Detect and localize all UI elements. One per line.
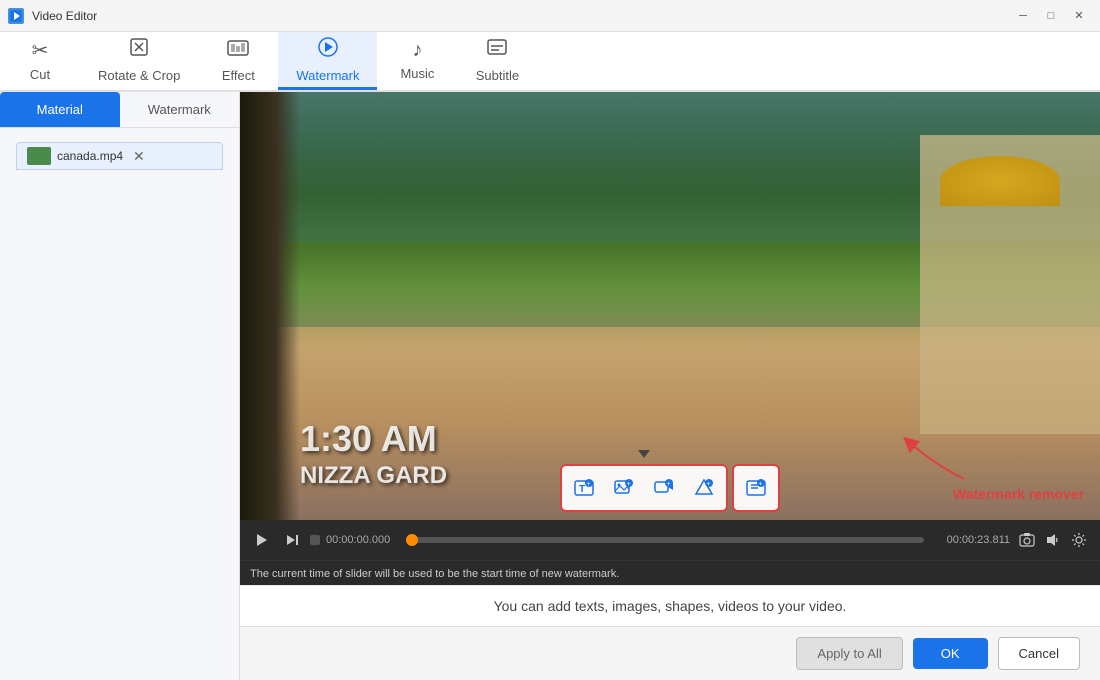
app-title: Video Editor (32, 9, 1002, 23)
tab-rotate-label: Rotate & Crop (98, 68, 180, 83)
ok-button[interactable]: OK (913, 638, 988, 669)
info-text: You can add texts, images, shapes, video… (240, 585, 1100, 626)
tab-rotate[interactable]: Rotate & Crop (80, 32, 198, 90)
watermark-remover-group: + (732, 464, 780, 512)
timeline-icons (1016, 529, 1090, 551)
tab-effect-label: Effect (222, 68, 255, 83)
left-tab-material[interactable]: Material (0, 92, 120, 127)
tab-subtitle-label: Subtitle (476, 68, 519, 83)
watermark-add-group: T+ + + + (560, 464, 728, 512)
watermark-remover-annotation: Watermark remover (953, 486, 1084, 504)
tab-bar: ✂ Cut Rotate & Crop Effect (0, 32, 1100, 92)
info-text-content: You can add texts, images, shapes, video… (494, 598, 847, 614)
bottom-bar: Apply to All OK Cancel (240, 626, 1100, 680)
timeline-bar: 00:00:00.000 00:00:23.811 (240, 520, 1100, 560)
add-image-button[interactable]: + (605, 469, 643, 507)
app-icon (8, 8, 24, 24)
tab-watermark-label: Watermark (296, 68, 359, 83)
time-start: 00:00:00.000 (326, 534, 406, 546)
tooltip-arrow (638, 450, 650, 458)
svg-text:+: + (707, 481, 711, 488)
tab-cut[interactable]: ✂ Cut (0, 32, 80, 90)
play-button[interactable] (250, 528, 274, 552)
left-panel: Material Watermark canada.mp4 ✕ (0, 92, 240, 680)
effect-icon (227, 36, 249, 64)
time-end: 00:00:23.811 (930, 534, 1010, 546)
rotate-icon (128, 36, 150, 64)
main-layout: Material Watermark canada.mp4 ✕ (0, 92, 1100, 680)
watermark-remover-button[interactable]: + (737, 469, 775, 507)
maximize-button[interactable]: □ (1038, 6, 1064, 26)
tab-watermark[interactable]: Watermark (278, 32, 377, 90)
file-thumbnail (27, 147, 51, 165)
tab-subtitle[interactable]: Subtitle (457, 32, 537, 90)
minimize-button[interactable]: ─ (1010, 6, 1036, 26)
add-video-button[interactable]: + (645, 469, 683, 507)
add-text-button[interactable]: T+ (565, 469, 603, 507)
window-controls: ─ □ ✕ (1010, 6, 1092, 26)
left-tab-watermark[interactable]: Watermark (120, 92, 240, 127)
add-shape-button[interactable]: + (685, 469, 723, 507)
file-tab[interactable]: canada.mp4 ✕ (16, 142, 223, 170)
video-preview: 1:30 AM NIZZA GARD T+ + (240, 92, 1100, 520)
screenshot-button[interactable] (1016, 529, 1038, 551)
tab-cut-label: Cut (30, 67, 50, 82)
tab-music-label: Music (400, 66, 434, 81)
settings-button[interactable] (1068, 529, 1090, 551)
watermark-toolbar: T+ + + + (560, 464, 780, 512)
file-close-icon[interactable]: ✕ (133, 148, 145, 165)
svg-text:+: + (667, 481, 671, 488)
timeline-message-bar: The current time of slider will be used … (240, 560, 1100, 585)
step-forward-button[interactable] (280, 528, 304, 552)
apply-to-all-button[interactable]: Apply to All (796, 637, 902, 670)
file-name: canada.mp4 (57, 149, 123, 163)
video-text-location: NIZZA GARD (300, 462, 447, 490)
slider-thumb[interactable] (406, 534, 418, 546)
subtitle-icon (486, 36, 508, 64)
volume-button[interactable] (1042, 529, 1064, 551)
svg-text:+: + (627, 481, 631, 488)
timeline-message: The current time of slider will be used … (250, 568, 619, 580)
left-tabs: Material Watermark (0, 92, 239, 128)
remover-arrow-svg (894, 434, 974, 484)
stop-indicator (310, 535, 320, 545)
svg-text:+: + (587, 481, 591, 488)
close-button[interactable]: ✕ (1066, 6, 1092, 26)
svg-text:+: + (759, 481, 763, 488)
cut-icon: ✂ (32, 38, 49, 63)
tab-music[interactable]: ♪ Music (377, 32, 457, 90)
watermark-remover-label: Watermark remover (953, 486, 1084, 502)
watermark-icon (317, 36, 339, 64)
title-bar: Video Editor ─ □ ✕ (0, 0, 1100, 32)
cancel-button[interactable]: Cancel (998, 637, 1080, 670)
timeline-slider[interactable] (412, 537, 924, 543)
video-area: 1:30 AM NIZZA GARD T+ + (240, 92, 1100, 680)
svg-text:T: T (579, 484, 585, 495)
tab-effect[interactable]: Effect (198, 32, 278, 90)
video-text-time: 1:30 AM (300, 418, 437, 460)
music-icon: ♪ (412, 39, 422, 62)
video-background: 1:30 AM NIZZA GARD T+ + (240, 92, 1100, 520)
